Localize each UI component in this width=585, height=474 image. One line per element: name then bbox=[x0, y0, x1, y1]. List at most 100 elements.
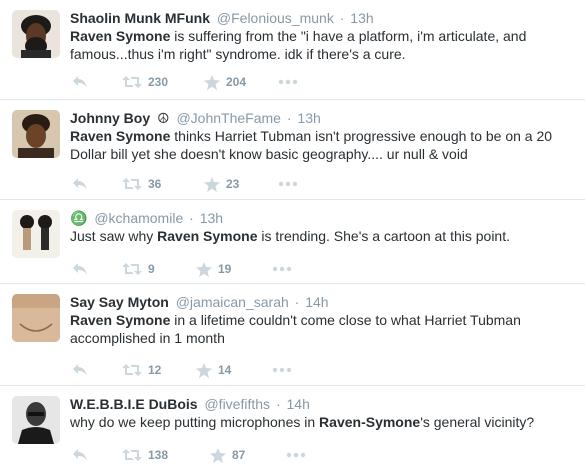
timestamp[interactable]: 13h bbox=[350, 10, 373, 26]
more-icon bbox=[286, 452, 306, 458]
timestamp[interactable]: 13h bbox=[200, 210, 223, 226]
reply-button[interactable] bbox=[72, 260, 88, 278]
favorite-button[interactable]: 14 bbox=[196, 361, 231, 379]
more-icon bbox=[278, 79, 298, 85]
favorite-count: 23 bbox=[226, 177, 240, 191]
retweet-button[interactable]: 12 bbox=[122, 361, 161, 379]
separator-dot: · bbox=[294, 294, 300, 310]
favorite-count: 14 bbox=[218, 363, 232, 377]
tweet[interactable]: ♎ @kchamomile · 13h Just saw why Raven S… bbox=[0, 200, 585, 284]
tweet-text-lead: why do we keep putting microphones in bbox=[70, 414, 320, 430]
username[interactable]: @kchamomile bbox=[94, 210, 183, 226]
tweet[interactable]: Johnny Boy ☮ @JohnTheFame · 13h Raven Sy… bbox=[0, 100, 585, 200]
retweet-button[interactable]: 9 bbox=[122, 260, 155, 278]
retweet-icon bbox=[122, 364, 142, 376]
star-icon bbox=[196, 362, 212, 378]
separator-dot: · bbox=[275, 396, 281, 412]
more-icon bbox=[278, 181, 298, 187]
separator-dot: · bbox=[189, 210, 194, 226]
more-button[interactable] bbox=[272, 361, 292, 379]
more-button[interactable] bbox=[286, 446, 306, 464]
retweet-icon bbox=[122, 263, 142, 275]
username[interactable]: @Felonious_munk bbox=[217, 10, 334, 26]
reply-icon bbox=[73, 364, 87, 376]
favorite-count: 19 bbox=[218, 262, 232, 276]
star-icon bbox=[196, 261, 212, 277]
reply-icon bbox=[73, 263, 87, 275]
timestamp[interactable]: 14h bbox=[287, 396, 310, 412]
reply-button[interactable] bbox=[72, 175, 88, 193]
separator-dot: · bbox=[286, 110, 292, 126]
tweet-header: W.E.B.B.I.E DuBois @fivefifths · 14h bbox=[70, 395, 310, 413]
star-icon bbox=[210, 447, 226, 463]
fullname[interactable]: Johnny Boy bbox=[70, 110, 150, 126]
reply-icon bbox=[73, 178, 87, 190]
tweet-text: Raven Symone thinks Harriet Tubman isn't… bbox=[70, 127, 570, 163]
fullname[interactable]: Shaolin Munk MFunk bbox=[70, 10, 210, 26]
reply-icon bbox=[73, 76, 87, 88]
retweet-button[interactable]: 230 bbox=[122, 73, 168, 91]
tweet-header: ♎ @kchamomile · 13h bbox=[70, 209, 223, 227]
reply-button[interactable] bbox=[72, 446, 88, 464]
username[interactable]: @jamaican_sarah bbox=[176, 294, 289, 310]
retweet-count: 138 bbox=[148, 448, 169, 462]
highlighted-term[interactable]: Raven Symone bbox=[70, 28, 170, 44]
reply-button[interactable] bbox=[72, 73, 88, 91]
more-button[interactable] bbox=[278, 175, 298, 193]
tweet[interactable]: Say Say Myton @jamaican_sarah · 14h Rave… bbox=[0, 284, 585, 386]
tweet-text: why do we keep putting microphones in Ra… bbox=[70, 413, 570, 431]
tweet-text: Raven Symone is suffering from the "i ha… bbox=[70, 27, 570, 63]
username[interactable]: @JohnTheFame bbox=[176, 110, 280, 126]
timestamp[interactable]: 14h bbox=[305, 294, 328, 310]
avatar[interactable] bbox=[12, 110, 60, 158]
favorite-count: 87 bbox=[232, 448, 246, 462]
favorite-button[interactable]: 204 bbox=[204, 73, 246, 91]
timestamp[interactable]: 13h bbox=[297, 110, 320, 126]
retweet-count: 12 bbox=[148, 363, 162, 377]
tweet-text-body: 's general vicinity? bbox=[420, 414, 535, 430]
peace-icon: ☮ bbox=[157, 110, 170, 126]
retweet-icon bbox=[122, 76, 142, 88]
favorite-count: 204 bbox=[226, 75, 247, 89]
highlighted-term[interactable]: Raven Symone bbox=[157, 228, 257, 244]
more-icon bbox=[272, 266, 292, 272]
favorite-button[interactable]: 19 bbox=[196, 260, 231, 278]
avatar[interactable] bbox=[12, 396, 60, 444]
retweet-icon bbox=[122, 449, 142, 461]
retweet-count: 9 bbox=[148, 262, 155, 276]
highlighted-term[interactable]: Raven Symone bbox=[70, 128, 170, 144]
avatar[interactable] bbox=[12, 294, 60, 342]
libra-icon: ♎ bbox=[70, 210, 88, 226]
avatar[interactable] bbox=[12, 10, 60, 58]
tweet-header: Shaolin Munk MFunk @Felonious_munk · 13h bbox=[70, 9, 374, 27]
more-icon bbox=[272, 367, 292, 373]
retweet-count: 230 bbox=[148, 75, 169, 89]
tweet-header: Johnny Boy ☮ @JohnTheFame · 13h bbox=[70, 109, 321, 127]
tweet-text: Just saw why Raven Symone is trending. S… bbox=[70, 227, 570, 245]
retweet-icon bbox=[122, 178, 142, 190]
tweet[interactable]: Shaolin Munk MFunk @Felonious_munk · 13h… bbox=[0, 0, 585, 100]
tweet-text: Raven Symone in a lifetime couldn't come… bbox=[70, 311, 570, 347]
tweet[interactable]: W.E.B.B.I.E DuBois @fivefifths · 14h why… bbox=[0, 386, 585, 474]
reply-icon bbox=[73, 449, 87, 461]
fullname[interactable]: W.E.B.B.I.E DuBois bbox=[70, 396, 198, 412]
favorite-button[interactable]: 23 bbox=[204, 175, 239, 193]
tweet-text-body: is trending. She's a cartoon at this poi… bbox=[257, 228, 511, 244]
star-icon bbox=[204, 74, 220, 90]
avatar[interactable] bbox=[12, 210, 60, 258]
retweet-button[interactable]: 36 bbox=[122, 175, 161, 193]
fullname[interactable]: Say Say Myton bbox=[70, 294, 169, 310]
star-icon bbox=[204, 176, 220, 192]
highlighted-term[interactable]: Raven-Symone bbox=[319, 414, 420, 430]
tweet-header: Say Say Myton @jamaican_sarah · 14h bbox=[70, 293, 329, 311]
more-button[interactable] bbox=[278, 73, 298, 91]
reply-button[interactable] bbox=[72, 361, 88, 379]
highlighted-term[interactable]: Raven Symone bbox=[70, 312, 170, 328]
username[interactable]: @fivefifths bbox=[204, 396, 270, 412]
tweet-text-lead: Just saw why bbox=[70, 228, 158, 244]
retweet-count: 36 bbox=[148, 177, 162, 191]
more-button[interactable] bbox=[272, 260, 292, 278]
separator-dot: · bbox=[339, 10, 345, 26]
favorite-button[interactable]: 87 bbox=[210, 446, 245, 464]
retweet-button[interactable]: 138 bbox=[122, 446, 168, 464]
